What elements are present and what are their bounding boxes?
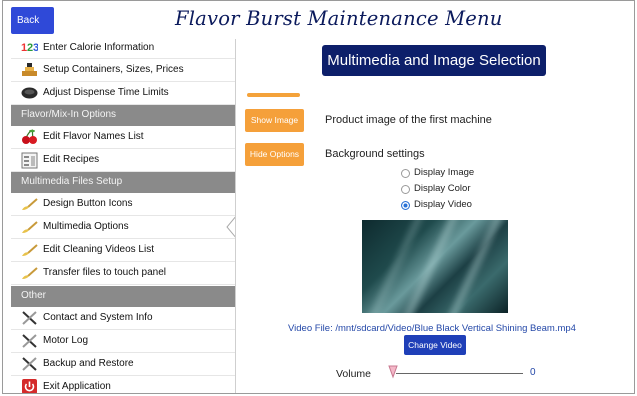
app-title: Flavor Burst Maintenance Menu: [175, 7, 503, 30]
sidebar-item-backup-restore[interactable]: Backup and Restore: [11, 353, 235, 376]
sidebar-item-label: Edit Cleaning Videos List: [43, 244, 154, 255]
sidebar-item-edit-flavor-names[interactable]: Edit Flavor Names List: [11, 126, 235, 149]
back-button[interactable]: Back: [11, 7, 54, 34]
sidebar-item-label: Backup and Restore: [43, 358, 134, 369]
background-settings-label: Background settings: [325, 148, 425, 160]
sidebar-item-label: Motor Log: [43, 335, 89, 346]
sidebar-item-exit-application[interactable]: Exit Application: [11, 376, 235, 393]
volume-slider-thumb[interactable]: [387, 365, 399, 379]
radio-label: Display Color: [414, 183, 471, 194]
sidebar-item-label: Adjust Dispense Time Limits: [43, 87, 169, 98]
sidebar-item-adjust-dispense-time[interactable]: Adjust Dispense Time Limits: [11, 82, 235, 105]
sidebar-item-motor-log[interactable]: Motor Log: [11, 330, 235, 353]
brush-icon: [21, 242, 38, 258]
recipes-icon: [21, 152, 38, 169]
section-header-multimedia-files: Multimedia Files Setup: [11, 172, 235, 193]
radio-checked-icon: [401, 201, 410, 210]
video-light-streak: [426, 220, 508, 313]
sidebar-item-label: Design Button Icons: [43, 198, 133, 209]
volume-label: Volume: [336, 368, 372, 380]
sidebar-item-edit-recipes[interactable]: Edit Recipes: [11, 149, 235, 172]
cherries-icon: [21, 129, 38, 145]
sidebar-item-transfer-files[interactable]: Transfer files to touch panel: [11, 262, 235, 285]
hide-options-button[interactable]: Hide Options: [245, 143, 304, 166]
sidebar-item-label: Edit Flavor Names List: [43, 131, 144, 142]
radio-unchecked-icon: [401, 169, 410, 178]
containers-icon: [21, 62, 38, 78]
section-label: Flavor/Mix-In Options: [21, 109, 117, 120]
tools-icon: [21, 356, 38, 372]
section-label: Multimedia Files Setup: [21, 176, 123, 187]
sidebar-item-label: Edit Recipes: [43, 154, 100, 165]
section-header-other: Other: [11, 286, 235, 307]
sidebar-item-setup-containers[interactable]: Setup Containers, Sizes, Prices: [11, 59, 235, 82]
radio-unchecked-icon: [401, 185, 410, 194]
volume-slider-track[interactable]: [396, 373, 523, 374]
sidebar-item-multimedia-options[interactable]: Multimedia Options: [11, 212, 238, 242]
change-video-button[interactable]: Change Video: [404, 335, 466, 355]
radio-label: Display Video: [414, 199, 472, 210]
header-bar: Back Flavor Burst Maintenance Menu: [3, 1, 634, 39]
sidebar-item-enter-calorie-information[interactable]: 123 Enter Calorie Information: [11, 39, 235, 59]
sidebar-item-label: Setup Containers, Sizes, Prices: [43, 64, 184, 75]
svg-text:3: 3: [33, 42, 38, 54]
radio-label: Display Image: [414, 167, 475, 178]
sidebar-item-label: Transfer files to touch panel: [43, 267, 167, 278]
volume-value: 0: [530, 367, 536, 378]
show-image-description: Product image of the first machine: [325, 114, 492, 126]
tools-icon: [21, 333, 38, 349]
section-header-flavor-mixin: Flavor/Mix-In Options: [11, 105, 235, 126]
dispense-time-icon: [21, 85, 38, 101]
page-title: Multimedia and Image Selection: [322, 45, 546, 76]
sidebar-item-label: Exit Application: [43, 381, 111, 392]
sidebar-menu: 123 Enter Calorie Information Setup Cont…: [11, 39, 238, 393]
sidebar-item-label: Multimedia Options: [43, 221, 129, 232]
partial-button-edge: [247, 93, 300, 97]
calorie-123-icon: 123: [21, 40, 39, 56]
sidebar-item-contact-system-info[interactable]: Contact and System Info: [11, 307, 235, 330]
video-preview: [362, 220, 508, 313]
power-icon: [21, 379, 38, 393]
sidebar-item-design-button-icons[interactable]: Design Button Icons: [11, 193, 235, 216]
sidebar-item-label: Contact and System Info: [43, 312, 153, 323]
brush-icon: [21, 219, 38, 235]
app-window: Back Flavor Burst Maintenance Menu 123 E…: [2, 0, 635, 394]
sidebar-item-label: Enter Calorie Information: [43, 42, 155, 53]
brush-icon: [21, 196, 38, 212]
tools-icon: [21, 310, 38, 326]
video-file-path: Video File: /mnt/sdcard/Video/Blue Black…: [288, 323, 576, 334]
main-panel: Multimedia and Image Selection Show Imag…: [236, 39, 634, 393]
brush-icon: [21, 265, 38, 281]
section-label: Other: [21, 290, 47, 301]
show-image-button[interactable]: Show Image: [245, 109, 304, 132]
sidebar-item-edit-cleaning-videos[interactable]: Edit Cleaning Videos List: [11, 239, 235, 262]
